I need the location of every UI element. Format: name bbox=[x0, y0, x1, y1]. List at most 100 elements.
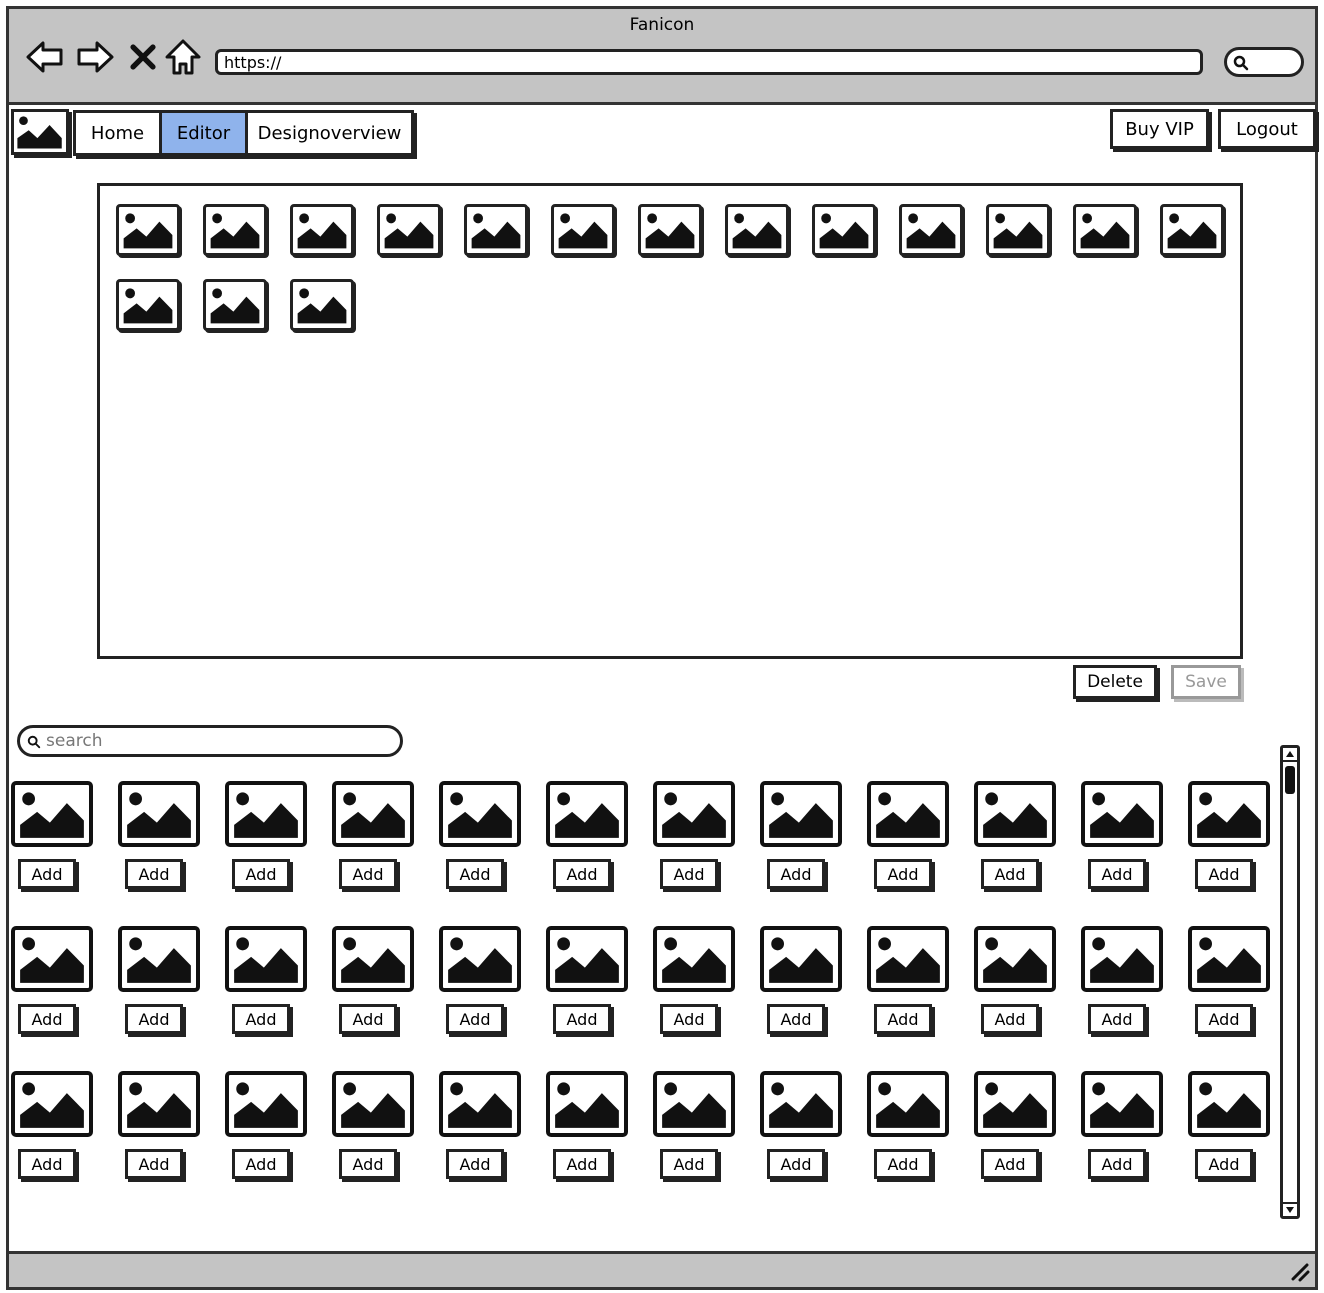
add-button[interactable]: Add bbox=[446, 1149, 504, 1179]
image-placeholder-icon[interactable] bbox=[867, 1071, 949, 1137]
scroll-up-arrow-icon[interactable] bbox=[1283, 748, 1297, 762]
placed-image-icon[interactable] bbox=[290, 204, 354, 256]
image-placeholder-icon[interactable] bbox=[439, 926, 521, 992]
placed-image-icon[interactable] bbox=[812, 204, 876, 256]
image-placeholder-icon[interactable] bbox=[1081, 1071, 1163, 1137]
add-button[interactable]: Add bbox=[18, 1149, 76, 1179]
placed-image-icon[interactable] bbox=[551, 204, 615, 256]
image-placeholder-icon[interactable] bbox=[1188, 1071, 1270, 1137]
add-button[interactable]: Add bbox=[446, 859, 504, 889]
placed-image-icon[interactable] bbox=[638, 204, 702, 256]
image-placeholder-icon[interactable] bbox=[546, 926, 628, 992]
forward-arrow-icon[interactable] bbox=[75, 37, 115, 77]
add-button[interactable]: Add bbox=[767, 1149, 825, 1179]
image-placeholder-icon[interactable] bbox=[1188, 781, 1270, 847]
image-placeholder-icon[interactable] bbox=[653, 926, 735, 992]
image-placeholder-icon[interactable] bbox=[653, 781, 735, 847]
tab-designoverview[interactable]: Designoverview bbox=[245, 110, 414, 156]
buy-vip-button[interactable]: Buy VIP bbox=[1110, 109, 1209, 149]
logout-button[interactable]: Logout bbox=[1218, 109, 1316, 149]
url-input[interactable] bbox=[215, 49, 1203, 75]
add-button[interactable]: Add bbox=[981, 1004, 1039, 1034]
placed-image-icon[interactable] bbox=[203, 204, 267, 256]
image-placeholder-icon[interactable] bbox=[332, 781, 414, 847]
placed-image-icon[interactable] bbox=[725, 204, 789, 256]
add-button[interactable]: Add bbox=[553, 859, 611, 889]
image-placeholder-icon[interactable] bbox=[1081, 781, 1163, 847]
image-placeholder-icon[interactable] bbox=[225, 781, 307, 847]
add-button[interactable]: Add bbox=[1088, 859, 1146, 889]
add-button[interactable]: Add bbox=[18, 859, 76, 889]
add-button[interactable]: Add bbox=[874, 1004, 932, 1034]
image-placeholder-icon[interactable] bbox=[974, 781, 1056, 847]
resize-grip-icon[interactable] bbox=[1289, 1261, 1311, 1283]
image-placeholder-icon[interactable] bbox=[546, 1071, 628, 1137]
image-placeholder-icon[interactable] bbox=[546, 781, 628, 847]
image-placeholder-icon[interactable] bbox=[439, 781, 521, 847]
add-button[interactable]: Add bbox=[125, 1149, 183, 1179]
add-button[interactable]: Add bbox=[125, 1004, 183, 1034]
add-button[interactable]: Add bbox=[981, 859, 1039, 889]
add-button[interactable]: Add bbox=[1195, 1004, 1253, 1034]
image-placeholder-icon[interactable] bbox=[867, 781, 949, 847]
add-button[interactable]: Add bbox=[553, 1004, 611, 1034]
editor-canvas[interactable] bbox=[97, 183, 1243, 659]
add-button[interactable]: Add bbox=[874, 859, 932, 889]
placed-image-icon[interactable] bbox=[1073, 204, 1137, 256]
add-button[interactable]: Add bbox=[767, 859, 825, 889]
home-icon[interactable] bbox=[163, 37, 203, 77]
save-button[interactable]: Save bbox=[1171, 665, 1241, 699]
image-placeholder-icon[interactable] bbox=[11, 1071, 93, 1137]
library-scrollbar[interactable] bbox=[1280, 745, 1300, 1219]
placed-image-icon[interactable] bbox=[203, 279, 267, 331]
image-placeholder-icon[interactable] bbox=[867, 926, 949, 992]
add-button[interactable]: Add bbox=[18, 1004, 76, 1034]
image-placeholder-icon[interactable] bbox=[332, 1071, 414, 1137]
add-button[interactable]: Add bbox=[339, 859, 397, 889]
tab-editor[interactable]: Editor bbox=[159, 110, 248, 156]
delete-button[interactable]: Delete bbox=[1073, 665, 1157, 699]
image-placeholder-icon[interactable] bbox=[974, 1071, 1056, 1137]
image-placeholder-icon[interactable] bbox=[1081, 926, 1163, 992]
add-button[interactable]: Add bbox=[660, 859, 718, 889]
add-button[interactable]: Add bbox=[1088, 1149, 1146, 1179]
placed-image-icon[interactable] bbox=[290, 279, 354, 331]
add-button[interactable]: Add bbox=[1195, 859, 1253, 889]
image-placeholder-icon[interactable] bbox=[11, 781, 93, 847]
image-placeholder-icon[interactable] bbox=[760, 926, 842, 992]
image-placeholder-icon[interactable] bbox=[11, 926, 93, 992]
add-button[interactable]: Add bbox=[660, 1004, 718, 1034]
add-button[interactable]: Add bbox=[232, 859, 290, 889]
add-button[interactable]: Add bbox=[446, 1004, 504, 1034]
add-button[interactable]: Add bbox=[125, 859, 183, 889]
image-placeholder-icon[interactable] bbox=[760, 1071, 842, 1137]
add-button[interactable]: Add bbox=[660, 1149, 718, 1179]
logo-image-icon[interactable] bbox=[11, 109, 69, 155]
placed-image-icon[interactable] bbox=[116, 279, 180, 331]
image-placeholder-icon[interactable] bbox=[332, 926, 414, 992]
library-search-field[interactable] bbox=[17, 725, 403, 757]
add-button[interactable]: Add bbox=[874, 1149, 932, 1179]
search-input[interactable] bbox=[46, 729, 386, 753]
add-button[interactable]: Add bbox=[339, 1149, 397, 1179]
image-placeholder-icon[interactable] bbox=[653, 1071, 735, 1137]
stop-icon[interactable] bbox=[125, 37, 161, 77]
add-button[interactable]: Add bbox=[232, 1149, 290, 1179]
image-placeholder-icon[interactable] bbox=[1188, 926, 1270, 992]
placed-image-icon[interactable] bbox=[986, 204, 1050, 256]
image-placeholder-icon[interactable] bbox=[439, 1071, 521, 1137]
add-button[interactable]: Add bbox=[981, 1149, 1039, 1179]
placed-image-icon[interactable] bbox=[899, 204, 963, 256]
image-placeholder-icon[interactable] bbox=[760, 781, 842, 847]
tab-home[interactable]: Home bbox=[73, 110, 162, 156]
placed-image-icon[interactable] bbox=[464, 204, 528, 256]
add-button[interactable]: Add bbox=[767, 1004, 825, 1034]
add-button[interactable]: Add bbox=[553, 1149, 611, 1179]
add-button[interactable]: Add bbox=[232, 1004, 290, 1034]
image-placeholder-icon[interactable] bbox=[974, 926, 1056, 992]
scroll-thumb[interactable] bbox=[1285, 766, 1295, 794]
placed-image-icon[interactable] bbox=[116, 204, 180, 256]
image-placeholder-icon[interactable] bbox=[118, 1071, 200, 1137]
image-placeholder-icon[interactable] bbox=[225, 1071, 307, 1137]
placed-image-icon[interactable] bbox=[377, 204, 441, 256]
